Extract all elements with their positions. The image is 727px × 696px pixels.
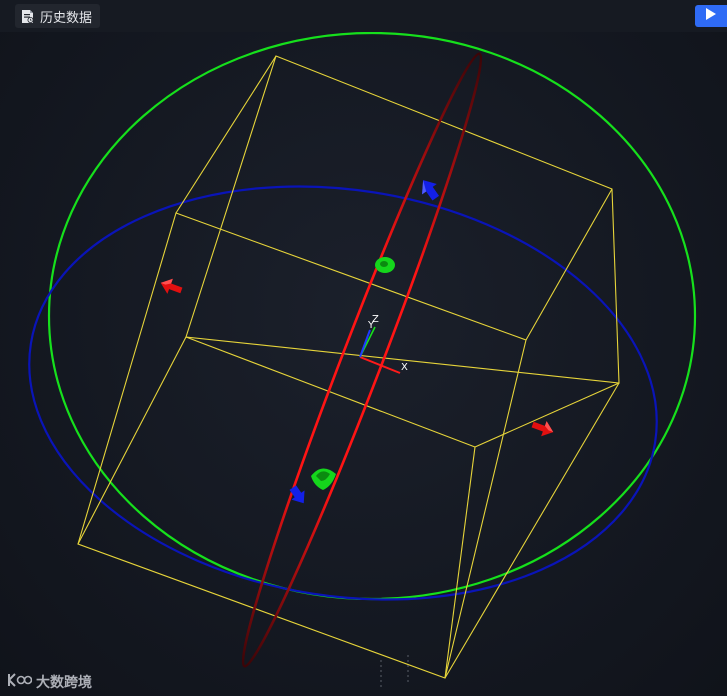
history-data-button[interactable]: 历史数据 (15, 4, 101, 28)
rotation-ring-z[interactable] (0, 143, 687, 643)
play-icon (706, 7, 716, 25)
scene-canvas[interactable]: X Y Z (0, 0, 727, 696)
play-button[interactable] (695, 5, 727, 27)
bounding-box (77, 55, 620, 679)
axis-gizmo: X Y Z (359, 314, 408, 374)
3d-viewport[interactable]: X Y Z 历史数据 大数跨境 (0, 0, 727, 696)
document-icon (20, 9, 35, 24)
brand-logo-icon (6, 672, 33, 692)
top-toolbar: 历史数据 (0, 0, 727, 32)
translate-arrow-x-negative[interactable] (158, 275, 184, 298)
axis-label-x: X (401, 362, 408, 373)
translate-arrow-z-positive[interactable] (416, 175, 443, 203)
watermark: 大数跨境 (6, 671, 92, 693)
translate-arrow-y-positive[interactable] (375, 257, 395, 273)
axis-label-z: Z (372, 314, 379, 325)
watermark-text: 大数跨境 (36, 675, 92, 691)
history-data-label: 历史数据 (40, 10, 93, 26)
